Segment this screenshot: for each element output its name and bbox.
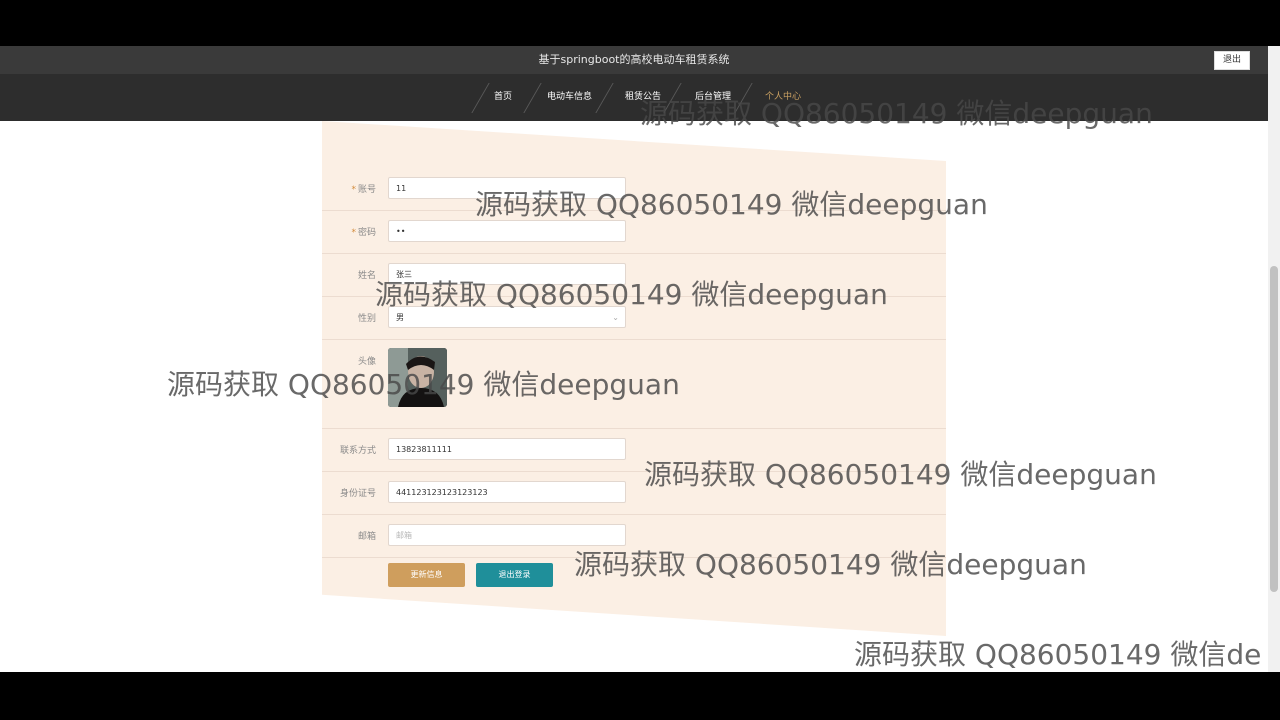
nav-item-ebike-info[interactable]: 电动车信息 <box>547 74 592 121</box>
gender-label: 性别 <box>357 314 376 324</box>
watermark-text: 源码获取 QQ86050149 微信deepguan <box>574 548 1087 581</box>
watermark-text: 源码获取 QQ86050149 微信deepguan <box>167 368 680 401</box>
email-label: 邮箱 <box>357 532 376 542</box>
browser-viewport: 基于springboot的高校电动车租赁系统 退出 首页 电动车信息 租赁公告 … <box>0 46 1280 672</box>
gender-value: 男 <box>396 313 404 322</box>
update-info-button[interactable]: 更新信息 <box>388 563 465 587</box>
phone-input[interactable]: 13823811111 <box>388 438 626 460</box>
password-label: * 密码 <box>351 228 376 238</box>
idcard-input[interactable]: 441123123123123123 <box>388 481 626 503</box>
site-title: 基于springboot的高校电动车租赁系统 <box>538 53 730 66</box>
scrollbar-thumb[interactable] <box>1270 266 1278 592</box>
watermark-text: 源码获取 QQ86050149 微信deepguan <box>475 188 988 221</box>
page-scrollbar[interactable] <box>1268 46 1280 672</box>
watermark-text: 源码获取 QQ86050149 微信deepguan <box>644 458 1157 491</box>
top-title-bar: 基于springboot的高校电动车租赁系统 退出 <box>0 46 1268 74</box>
name-label: 姓名 <box>357 271 376 281</box>
watermark-text: 源码获取 QQ86050149 微信deepguan <box>375 278 888 311</box>
idcard-label: 身份证号 <box>339 489 376 499</box>
watermark-text: 源码获取 QQ86050149 微信deepguan <box>640 97 1153 130</box>
top-logout-button[interactable]: 退出 <box>1213 51 1250 70</box>
phone-label: 联系方式 <box>339 446 376 456</box>
account-label: * 账号 <box>351 185 376 195</box>
nav-separator <box>471 83 490 113</box>
password-input[interactable]: •• <box>388 220 626 242</box>
watermark-text: 源码获取 QQ86050149 微信de <box>854 638 1262 671</box>
nav-item-home[interactable]: 首页 <box>494 74 512 121</box>
logout-button[interactable]: 退出登录 <box>476 563 553 587</box>
nav-separator <box>523 83 542 113</box>
nav-separator <box>595 83 614 113</box>
